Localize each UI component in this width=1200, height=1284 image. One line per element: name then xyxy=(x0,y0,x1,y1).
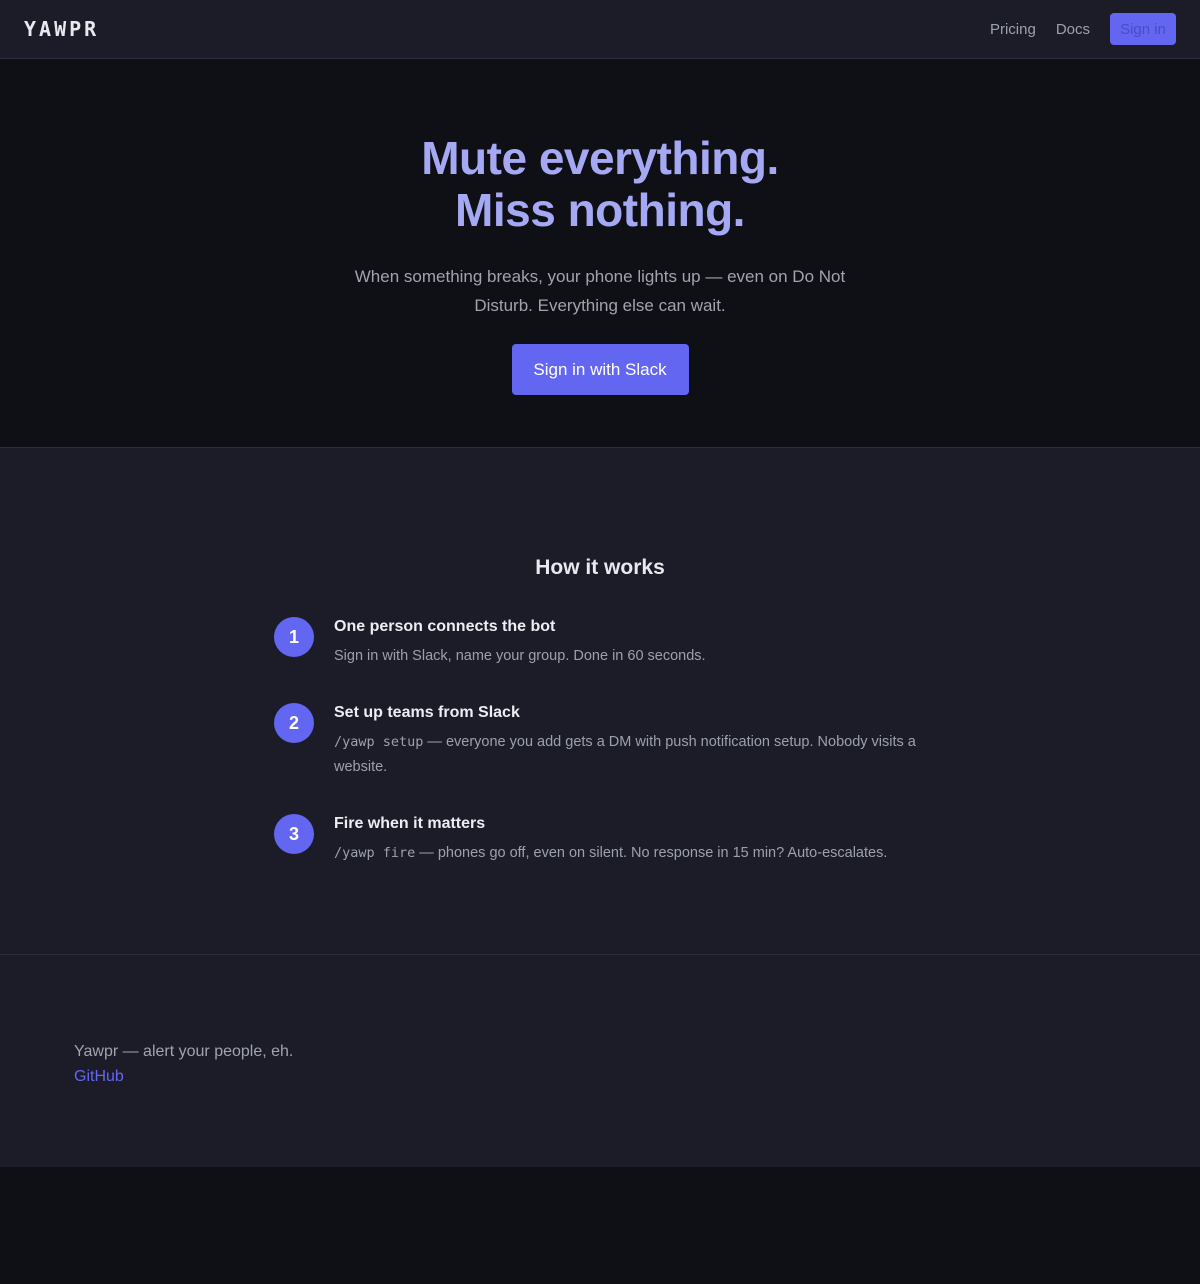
step-title: Set up teams from Slack xyxy=(334,704,520,721)
slack-signin-button[interactable]: Sign in with Slack xyxy=(511,344,689,395)
hero-subtitle: When something breaks, your phone lights… xyxy=(354,267,846,315)
step-number-badge: 3 xyxy=(274,814,314,854)
step-description-text: Sign in with Slack, name your group. Don… xyxy=(334,648,706,664)
step-body: One person connects the bot Sign in with… xyxy=(334,616,926,669)
command-code: /yawp fire xyxy=(334,845,416,861)
step-description: Sign in with Slack, name your group. Don… xyxy=(334,644,926,669)
how-it-works-section: How it works 1 One person connects the b… xyxy=(0,448,1200,955)
step-title: One person connects the bot xyxy=(334,618,556,635)
footer-tagline: Yawpr — alert your people, eh. xyxy=(74,1043,294,1060)
github-link[interactable]: GitHub xyxy=(74,1064,124,1089)
top-navbar: YAWPR Pricing Docs Sign in xyxy=(0,0,1200,59)
how-it-works-title: How it works xyxy=(535,556,665,579)
nav-links: Pricing Docs Sign in xyxy=(990,13,1176,45)
hero-section: Mute everything. Miss nothing. When some… xyxy=(0,59,1200,448)
hero-title: Mute everything. Miss nothing. xyxy=(0,132,1200,236)
hero-title-line-2: Miss nothing. xyxy=(455,184,745,236)
step-description: /yawp setup — everyone you add gets a DM… xyxy=(334,730,926,780)
step-number-badge: 1 xyxy=(274,617,314,657)
step-body: Set up teams from Slack /yawp setup — ev… xyxy=(334,702,926,780)
step-description: /yawp fire — phones go off, even on sile… xyxy=(334,841,926,866)
step-item: 2 Set up teams from Slack /yawp setup — … xyxy=(274,702,926,780)
logo[interactable]: YAWPR xyxy=(24,17,99,41)
step-item: 3 Fire when it matters /yawp fire — phon… xyxy=(274,813,926,866)
step-description-text: — phones go off, even on silent. No resp… xyxy=(415,845,888,861)
page-bottom-area xyxy=(0,1167,1200,1284)
signin-button[interactable]: Sign in xyxy=(1110,13,1176,45)
step-item: 1 One person connects the bot Sign in wi… xyxy=(274,616,926,669)
hero-title-line-1: Mute everything. xyxy=(421,132,779,184)
step-body: Fire when it matters /yawp fire — phones… xyxy=(334,813,926,866)
steps-list: 1 One person connects the bot Sign in wi… xyxy=(274,616,926,866)
nav-link-pricing[interactable]: Pricing xyxy=(990,21,1036,38)
nav-link-docs[interactable]: Docs xyxy=(1056,21,1090,38)
step-title: Fire when it matters xyxy=(334,815,486,832)
footer: Yawpr — alert your people, eh. GitHub xyxy=(0,955,1200,1167)
step-number-badge: 2 xyxy=(274,703,314,743)
command-code: /yawp setup xyxy=(334,734,424,750)
